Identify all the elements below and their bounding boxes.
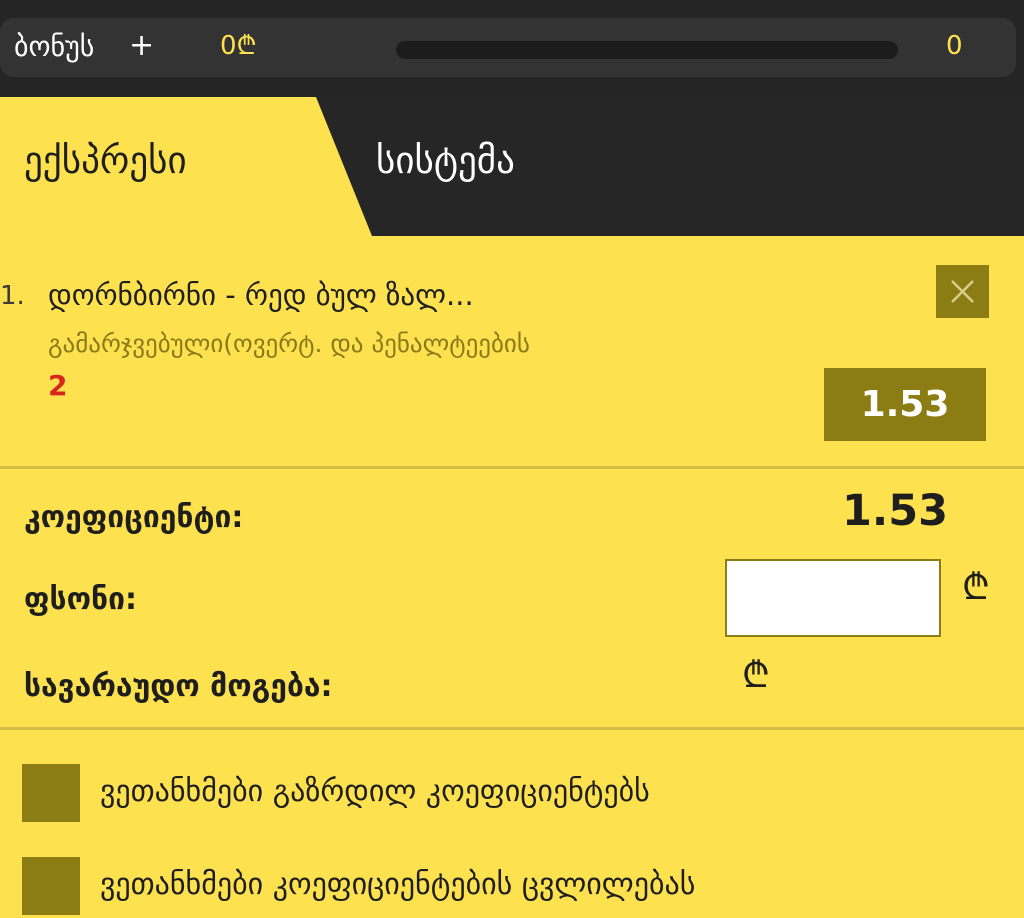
lari-currency-icon: ₾ bbox=[962, 567, 990, 608]
bet-odd[interactable]: 1.53 bbox=[824, 368, 986, 441]
remove-bet-button[interactable] bbox=[936, 265, 989, 318]
bonus-label: ბონუს bbox=[14, 30, 95, 63]
divider bbox=[0, 727, 1024, 730]
coefficient-value: 1.53 bbox=[842, 486, 949, 536]
bet-slip-item: 1. დორნბირნი - რედ ბულ ზალ... გამარჯვებუ… bbox=[0, 236, 1024, 467]
coefficient-label: კოეფიციენტი: bbox=[24, 500, 244, 535]
bet-type-tabs: ექსპრესი სისტემა bbox=[0, 97, 1024, 236]
stake-input[interactable] bbox=[725, 559, 941, 637]
bet-index: 1. bbox=[0, 281, 25, 311]
bet-outcome: 2 bbox=[48, 369, 68, 402]
stake-label: ფსონი: bbox=[24, 582, 137, 617]
tab-express[interactable]: ექსპრესი bbox=[24, 137, 187, 185]
bonus-progress-bar bbox=[396, 41, 898, 59]
checkbox-label: ვეთანხმები გაზრდილ კოეფიციენტებს bbox=[100, 774, 650, 809]
bonus-count: 0 bbox=[946, 31, 963, 61]
tab-system[interactable]: სისტემა bbox=[376, 137, 515, 185]
checkbox-label: ვეთანხმები კოეფიციენტების ცვლილებას bbox=[100, 867, 696, 902]
checkbox[interactable] bbox=[22, 764, 80, 822]
bonus-bar: ბონუს + 0₾ 0 bbox=[0, 0, 1024, 97]
bet-market: გამარჯვებული(ოვერტ. და პენალტეების bbox=[48, 329, 530, 358]
close-icon bbox=[951, 280, 974, 303]
bonus-add-button[interactable]: + bbox=[129, 28, 154, 64]
bonus-amount: 0₾ bbox=[220, 31, 257, 61]
possible-win-label: სავარაუდო მოგება: bbox=[24, 669, 333, 704]
checkbox[interactable] bbox=[22, 857, 80, 915]
bet-event-title: დორნბირნი - რედ ბულ ზალ... bbox=[48, 278, 474, 312]
divider bbox=[0, 466, 1024, 469]
lari-currency-icon: ₾ bbox=[742, 655, 770, 696]
